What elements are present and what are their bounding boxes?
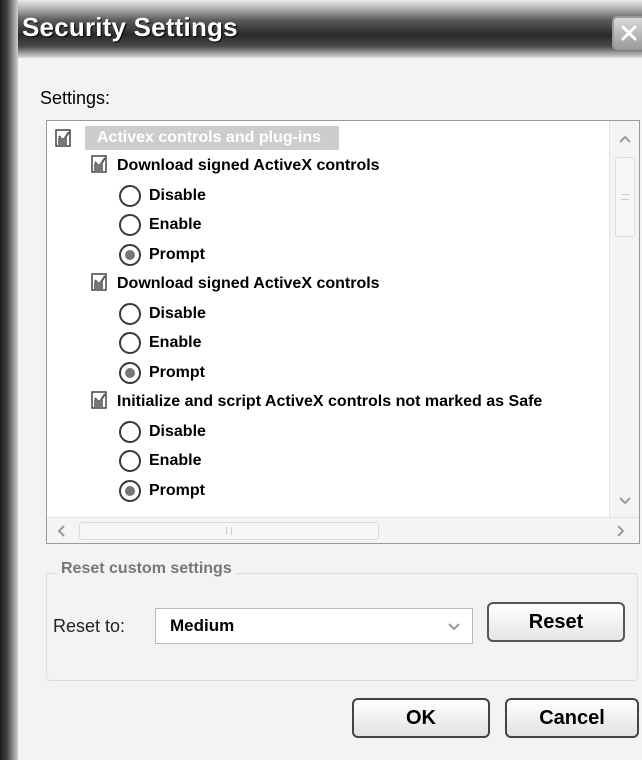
chevron-up-icon — [619, 135, 631, 143]
setting-label: Initialize and script ActiveX controls n… — [117, 393, 543, 410]
radio-button[interactable] — [119, 420, 141, 443]
reset-level-select[interactable]: Medium — [155, 608, 473, 644]
ok-button[interactable]: OK — [352, 698, 490, 738]
setting-label: Download signed ActiveX controls — [117, 275, 380, 292]
radio-button[interactable] — [119, 332, 141, 354]
cancel-button[interactable]: Cancel — [505, 698, 639, 738]
close-icon — [621, 25, 637, 41]
scroll-up-button[interactable] — [615, 129, 635, 149]
horizontal-scroll-thumb[interactable] — [79, 522, 379, 540]
scroll-down-button[interactable] — [615, 491, 635, 511]
setting-icon — [91, 272, 109, 297]
radio-button[interactable] — [119, 450, 141, 472]
reset-button[interactable]: Reset — [487, 602, 625, 642]
radio-label: Prompt — [149, 481, 205, 499]
settings-tree: Activex controls and plug-ins Download s… — [47, 121, 609, 519]
close-button[interactable] — [612, 16, 642, 50]
radio-option[interactable]: Disable — [119, 419, 206, 445]
radio-label: Enable — [149, 452, 202, 469]
setting-icon — [91, 390, 109, 415]
radio-selected-dot — [125, 249, 135, 260]
horizontal-scrollbar[interactable] — [47, 517, 639, 543]
settings-category-icon — [55, 129, 71, 147]
radio-option[interactable]: Prompt — [119, 478, 205, 504]
radio-label: Enable — [149, 334, 202, 351]
setting-icon — [91, 154, 109, 179]
vertical-scrollbar[interactable] — [609, 121, 639, 519]
category-label: Activex controls and plug-ins — [85, 126, 340, 150]
title-bar[interactable]: Security Settings — [18, 0, 642, 58]
radio-label: Prompt — [149, 363, 205, 381]
radio-option[interactable]: Enable — [119, 212, 201, 238]
thumb-grip — [226, 527, 232, 535]
setting-row[interactable]: Download signed ActiveX controls — [91, 153, 380, 179]
setting-row[interactable]: Download signed ActiveX controls — [91, 271, 380, 297]
vertical-scroll-thumb[interactable] — [615, 157, 635, 237]
category-row[interactable]: Activex controls and plug-ins — [55, 125, 340, 151]
radio-option[interactable]: Disable — [119, 301, 206, 327]
settings-listbox[interactable]: Activex controls and plug-ins Download s… — [46, 120, 640, 544]
dropdown-arrow-icon[interactable] — [444, 617, 464, 637]
radio-label: Disable — [149, 304, 206, 322]
radio-button[interactable] — [119, 479, 141, 502]
window-title: Security Settings — [22, 12, 238, 42]
dialog-body: Settings: Activex controls and plug-ins … — [18, 58, 642, 760]
radio-label: Prompt — [149, 245, 205, 263]
chevron-left-icon — [57, 525, 65, 537]
radio-button[interactable] — [119, 302, 141, 325]
scroll-right-button[interactable] — [611, 521, 631, 541]
radio-option[interactable]: Enable — [119, 448, 201, 474]
reset-custom-settings-group: Reset custom settings Reset to: Medium R… — [46, 560, 638, 681]
radio-button[interactable] — [119, 214, 141, 236]
reset-to-label: Reset to: — [53, 616, 126, 636]
radio-selected-dot — [125, 367, 135, 378]
radio-button[interactable] — [119, 243, 141, 266]
reset-level-value: Medium — [170, 616, 235, 635]
radio-label: Disable — [149, 422, 206, 440]
radio-button[interactable] — [119, 184, 141, 207]
settings-label: Settings: — [40, 88, 111, 108]
window-left-border — [0, 0, 18, 760]
radio-option[interactable]: Prompt — [119, 360, 205, 386]
radio-label: Enable — [149, 216, 202, 233]
chevron-down-icon — [619, 497, 631, 505]
thumb-grip — [621, 194, 629, 200]
radio-option[interactable]: Disable — [119, 183, 206, 209]
scroll-left-button[interactable] — [51, 521, 71, 541]
radio-option[interactable]: Enable — [119, 330, 201, 356]
radio-option[interactable]: Prompt — [119, 242, 205, 268]
setting-label: Download signed ActiveX controls — [117, 157, 380, 174]
setting-row[interactable]: Initialize and script ActiveX controls n… — [91, 389, 542, 415]
radio-selected-dot — [125, 485, 135, 496]
radio-button[interactable] — [119, 361, 141, 384]
chevron-right-icon — [617, 525, 625, 537]
group-title: Reset custom settings — [57, 560, 236, 578]
radio-label: Disable — [149, 186, 206, 204]
